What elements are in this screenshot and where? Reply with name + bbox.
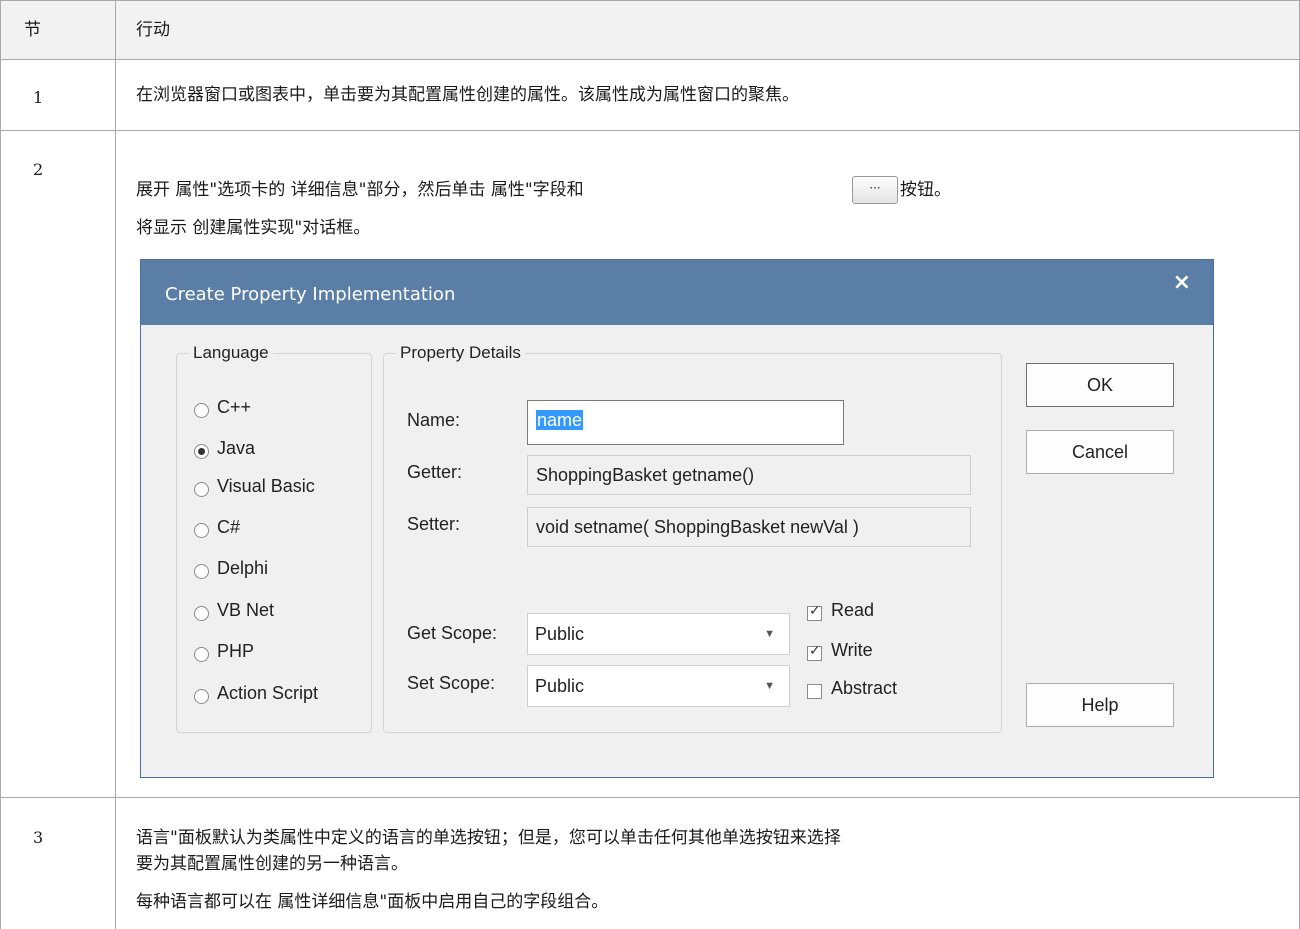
radio-delphi[interactable] (194, 564, 209, 579)
row-3-step: 3 (33, 828, 44, 847)
name-value: name (536, 410, 584, 430)
table-header (0, 0, 1300, 59)
read-checkbox-label: Read (831, 600, 875, 620)
radio-action-script-label: Action Script (217, 683, 319, 703)
row-2-step: 2 (33, 160, 44, 179)
header-action: 行动 (136, 20, 170, 40)
radio-php-label: PHP (217, 641, 255, 661)
write-checkbox[interactable] (807, 643, 822, 661)
ok-button[interactable]: OK (1026, 363, 1174, 407)
radio-csharp-label: C# (217, 517, 241, 537)
column-divider (115, 0, 116, 929)
row-3-line2: 要为其配置属性创建的另一种语言。 (136, 854, 408, 874)
dialog-title: Create Property Implementation (165, 284, 456, 305)
language-group-label: Language (189, 343, 273, 363)
table-border-top (0, 0, 1300, 1)
set-scope-value: Public (535, 676, 585, 696)
row-1-step: 1 (33, 88, 44, 107)
radio-action-script[interactable] (194, 689, 209, 704)
radio-php[interactable] (194, 647, 209, 662)
write-checkbox-label: Write (831, 640, 873, 660)
get-scope-value: Public (535, 624, 585, 644)
help-button[interactable]: Help (1026, 683, 1174, 727)
row-divider-1 (0, 130, 1300, 131)
set-scope-combo[interactable]: Public ▼ (527, 665, 790, 707)
cancel-button[interactable]: Cancel (1026, 430, 1174, 474)
chevron-down-icon: ▼ (764, 680, 775, 692)
radio-vb-net[interactable] (194, 606, 209, 621)
row-2-line2: 将显示 创建属性实现"对话框。 (136, 218, 371, 238)
abstract-checkbox[interactable] (807, 684, 822, 699)
radio-vb-net-label: VB Net (217, 600, 275, 620)
get-scope-combo[interactable]: Public ▼ (527, 613, 790, 655)
radio-visual-basic-label: Visual Basic (217, 476, 315, 496)
set-scope-label: Set Scope: (407, 673, 496, 693)
chevron-down-icon: ▼ (764, 628, 775, 640)
radio-cpp-label: C++ (217, 397, 252, 417)
radio-cpp[interactable] (194, 403, 209, 418)
row-2-line1-before: 展开 属性"选项卡的 详细信息"部分，然后单击 属性"字段和 (136, 180, 584, 200)
steps-table: 节 行动 1 在浏览器窗口或图表中，单击要为其配置属性创建的属性。该属性成为属性… (0, 0, 1300, 929)
radio-visual-basic[interactable] (194, 482, 209, 497)
abstract-checkbox-label: Abstract (831, 678, 898, 698)
row-3-line1: 语言"面板默认为类属性中定义的语言的单选按钮；但是，您可以单击任何其他单选按钮来… (136, 828, 841, 848)
dialog-body: Language C++ Java Visual Basic C# Delphi… (141, 325, 1213, 777)
header-step: 节 (24, 20, 41, 40)
read-checkbox[interactable] (807, 603, 822, 621)
row-1-text: 在浏览器窗口或图表中，单击要为其配置属性创建的属性。该属性成为属性窗口的聚焦。 (136, 85, 799, 105)
radio-java-label: Java (217, 438, 256, 458)
property-details-label: Property Details (396, 343, 525, 363)
create-property-dialog: Create Property Implementation × Languag… (140, 259, 1214, 778)
name-input[interactable]: name (527, 400, 844, 445)
setter-label: Setter: (407, 514, 461, 534)
table-border-left (0, 0, 1, 929)
row-2-line1-after: 按钮。 (900, 180, 951, 200)
row-divider-2 (0, 797, 1300, 798)
table-header-divider (0, 59, 1300, 60)
ellipsis-button[interactable]: ··· (852, 176, 898, 204)
dialog-title-bar: Create Property Implementation × (141, 260, 1213, 325)
get-scope-label: Get Scope: (407, 623, 498, 643)
getter-label: Getter: (407, 462, 463, 482)
radio-csharp[interactable] (194, 523, 209, 538)
getter-field: ShoppingBasket getname() (527, 455, 971, 495)
radio-delphi-label: Delphi (217, 558, 269, 578)
row-3-line3: 每种语言都可以在 属性详细信息"面板中启用自己的字段组合。 (136, 892, 609, 912)
close-icon[interactable]: × (1173, 270, 1191, 295)
radio-java[interactable] (194, 444, 209, 459)
name-label: Name: (407, 410, 461, 430)
setter-field: void setname( ShoppingBasket newVal ) (527, 507, 971, 547)
